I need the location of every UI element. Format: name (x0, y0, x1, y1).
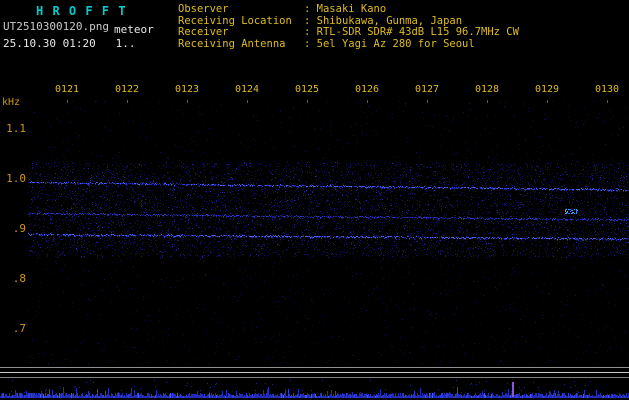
hrofft-screen: H R O F F T UT2510300120.png meteor 25.1… (0, 0, 629, 400)
spectrogram-canvas (28, 100, 629, 364)
freq-tick-label: 1.1 (6, 121, 26, 135)
freq-tick-label: .7 (12, 321, 26, 335)
khz-unit-label: kHz (2, 97, 21, 108)
freq-tick-label: .8 (12, 271, 26, 285)
freq-tick-label: .9 (12, 221, 26, 235)
freq-tick-label: 1.0 (6, 171, 26, 185)
level-canvas (0, 364, 629, 400)
